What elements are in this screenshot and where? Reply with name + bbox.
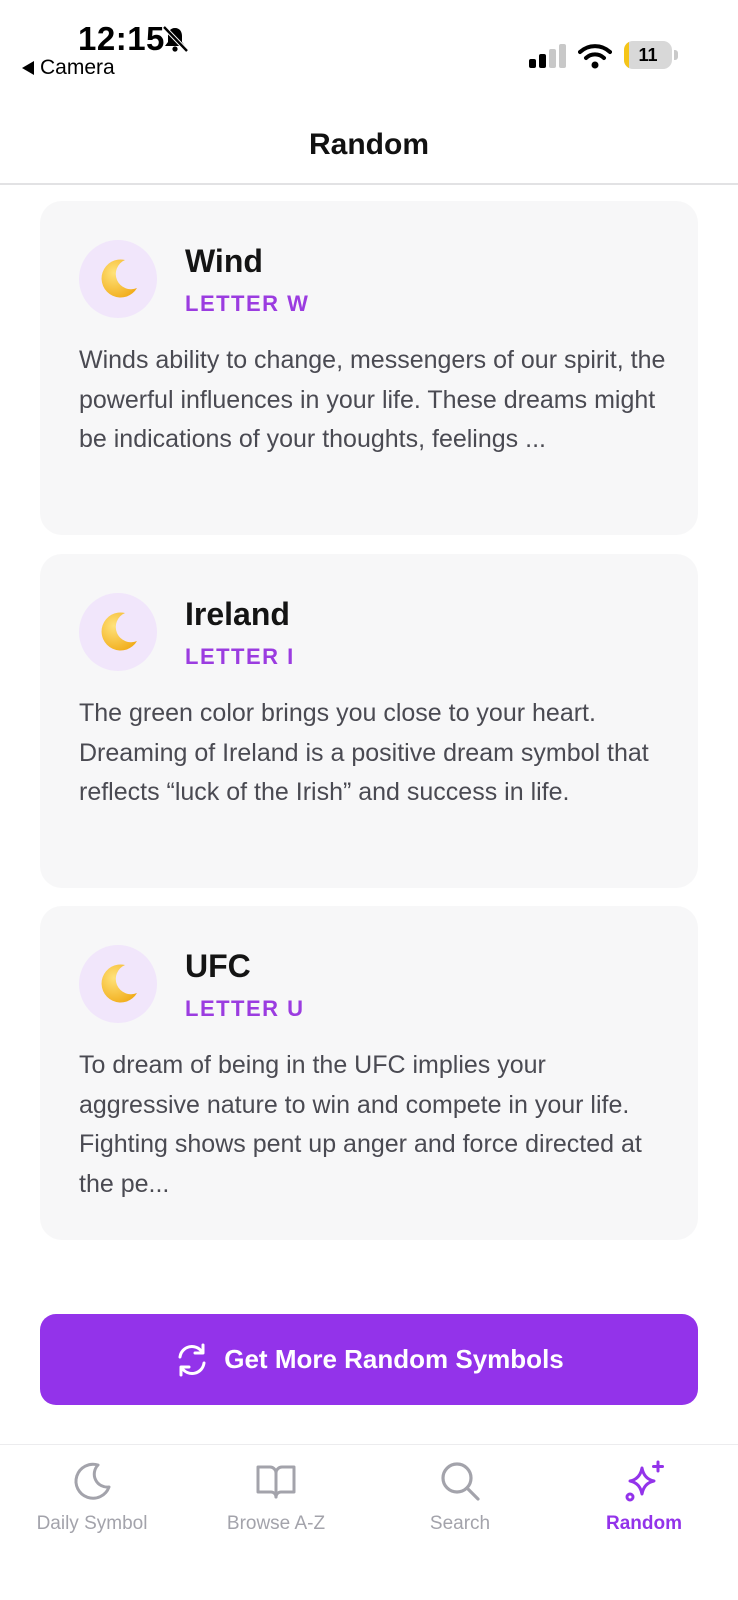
tab-browse-a-z[interactable]: Browse A-Z xyxy=(184,1459,368,1549)
status-time: 12:15 xyxy=(78,20,165,57)
moon-icon xyxy=(74,1462,111,1500)
tab-label: Daily Symbol xyxy=(36,1513,148,1534)
tab-label: Search xyxy=(429,1513,491,1534)
battery-indicator: 11 xyxy=(624,41,678,69)
back-to-camera-button[interactable]: Camera xyxy=(22,56,115,80)
back-arrow-icon xyxy=(22,61,34,75)
tab-random[interactable]: Random xyxy=(552,1459,736,1549)
tab-daily-symbol[interactable]: Daily Symbol xyxy=(0,1459,184,1549)
wifi-icon xyxy=(578,44,612,69)
nav-header: Random xyxy=(0,100,738,185)
card-description: To dream of being in the UFC implies you… xyxy=(79,1051,642,1198)
crescent-moon-icon xyxy=(79,593,157,671)
card-description: Winds ability to change, messengers of o… xyxy=(79,346,666,453)
battery-percent: 11 xyxy=(638,45,658,65)
back-app-label: Camera xyxy=(40,56,115,79)
tab-bar: Daily Symbol Browse A-Z Search Random xyxy=(0,1444,738,1600)
symbol-card-ufc[interactable]: UFC LETTER U To dream of being in the UF… xyxy=(40,906,698,1240)
sparkles-icon xyxy=(625,1460,664,1502)
cta-label: Get More Random Symbols xyxy=(224,1344,564,1374)
card-letter: LETTER I xyxy=(185,644,295,669)
card-letter: LETTER U xyxy=(185,996,305,1021)
card-title: UFC xyxy=(185,948,251,984)
symbol-card-wind[interactable]: Wind LETTER W Winds ability to change, m… xyxy=(40,201,698,535)
search-icon xyxy=(441,1462,480,1501)
card-title: Ireland xyxy=(185,596,290,632)
card-title: Wind xyxy=(185,243,263,279)
card-letter: LETTER W xyxy=(185,291,310,316)
symbol-list[interactable]: Wind LETTER W Winds ability to change, m… xyxy=(0,186,738,1444)
cellular-signal-icon xyxy=(529,44,566,68)
bell-slash-icon xyxy=(162,25,189,53)
get-more-random-symbols-button[interactable]: Get More Random Symbols xyxy=(40,1314,698,1405)
tab-search[interactable]: Search xyxy=(368,1459,552,1549)
tab-label: Random xyxy=(606,1513,682,1534)
status-bar: 12:15 Camera 11 xyxy=(0,0,738,100)
page-title: Random xyxy=(309,128,429,161)
crescent-moon-icon xyxy=(79,240,157,318)
tab-label: Browse A-Z xyxy=(226,1513,326,1534)
symbol-card-ireland[interactable]: Ireland LETTER I The green color brings … xyxy=(40,554,698,888)
card-description: The green color brings you close to your… xyxy=(79,699,649,806)
crescent-moon-icon xyxy=(79,945,157,1023)
book-icon xyxy=(256,1465,296,1499)
refresh-icon xyxy=(178,1343,206,1376)
